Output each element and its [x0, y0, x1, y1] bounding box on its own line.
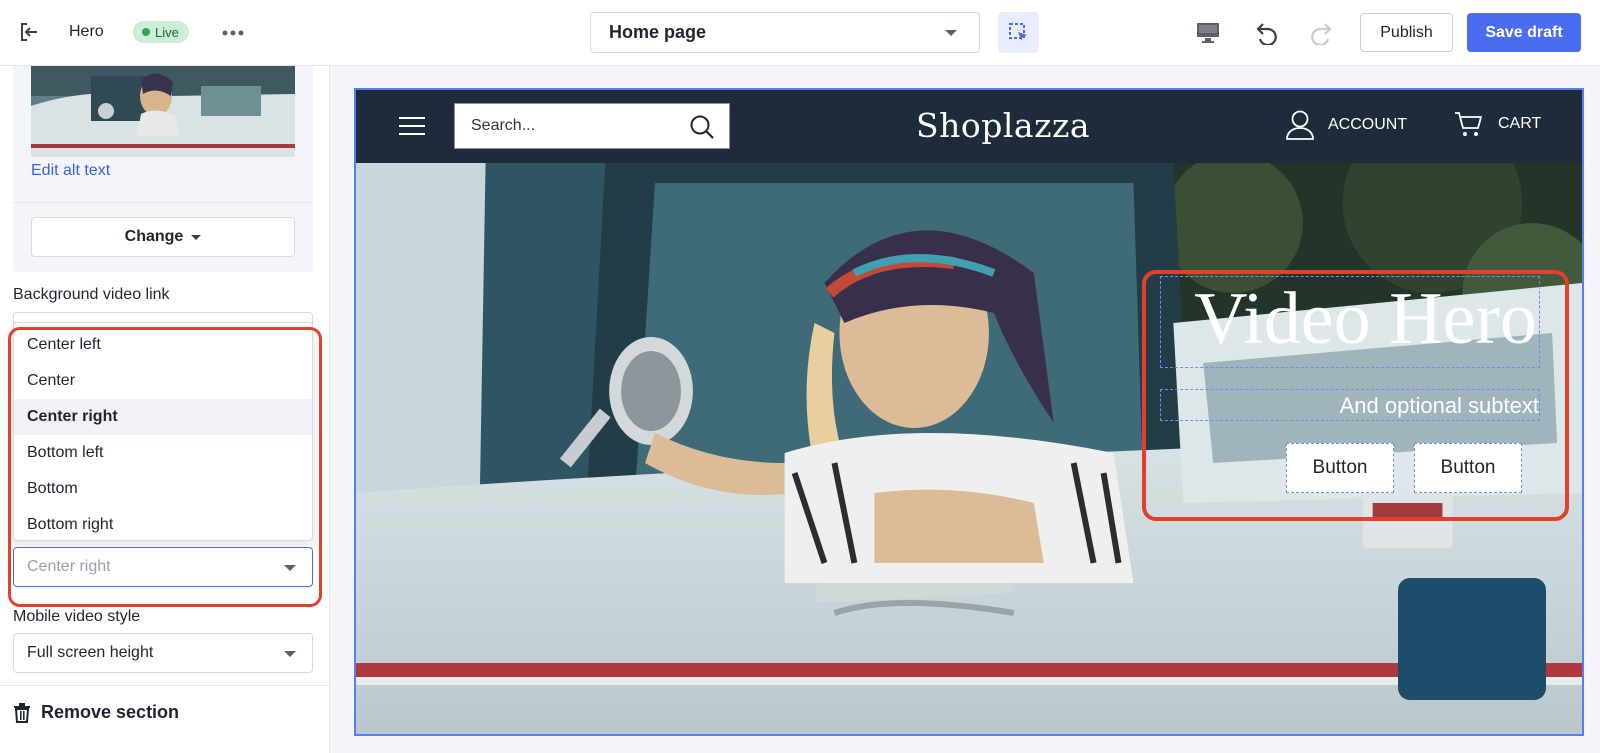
text-position-select[interactable]: Center right — [13, 547, 313, 587]
account-link[interactable]: ACCOUNT — [1286, 110, 1407, 140]
store-search-input[interactable]: Search... — [454, 103, 730, 149]
exit-icon[interactable] — [14, 17, 44, 47]
search-icon[interactable] — [689, 114, 715, 140]
save-draft-button[interactable]: Save draft — [1467, 13, 1581, 52]
menu-icon[interactable] — [398, 114, 426, 138]
option-center[interactable]: Center — [14, 363, 312, 399]
text-position-value: Center right — [27, 558, 111, 575]
section-name: Hero — [69, 23, 104, 40]
video-cover-card: Edit alt text Change — [13, 66, 313, 272]
inspect-icon[interactable] — [998, 12, 1039, 53]
publish-button[interactable]: Publish — [1360, 13, 1453, 52]
edit-alt-text-link[interactable]: Edit alt text — [31, 162, 110, 180]
mobile-style-value: Full screen height — [27, 644, 154, 661]
chevron-down-icon — [284, 565, 296, 571]
text-position-dropdown: Center left Center Center right Bottom l… — [13, 322, 313, 541]
chevron-down-icon — [945, 30, 957, 36]
mobile-style-label: Mobile video style — [13, 608, 141, 625]
hero-button-1[interactable]: Button — [1286, 443, 1394, 493]
account-label: ACCOUNT — [1328, 116, 1408, 133]
mobile-style-select[interactable]: Full screen height — [13, 633, 313, 673]
search-placeholder: Search... — [471, 117, 536, 134]
hero-title-box[interactable]: Video Hero — [1160, 276, 1540, 368]
option-center-left[interactable]: Center left — [14, 327, 312, 363]
change-button[interactable]: Change — [31, 217, 295, 257]
cart-link[interactable]: CART — [1454, 110, 1541, 138]
hero-subtext: And optional subtext — [1339, 393, 1539, 418]
trash-icon — [14, 702, 30, 723]
remove-section-label: Remove section — [41, 702, 180, 722]
option-bottom-right[interactable]: Bottom right — [14, 507, 312, 543]
page-select[interactable]: Home page — [590, 12, 980, 53]
hero-title: Video Hero — [1194, 278, 1537, 360]
store-logo[interactable]: Shoplazza — [916, 106, 1090, 145]
divider — [13, 202, 313, 203]
chevron-down-icon — [284, 651, 296, 657]
live-dot-icon — [142, 28, 150, 36]
change-button-label: Change — [124, 228, 184, 245]
status-badge-label: Live — [155, 24, 179, 40]
cart-icon — [1455, 112, 1482, 136]
hero-subtext-box[interactable]: And optional subtext — [1160, 389, 1540, 421]
bg-video-label: Background video link — [13, 286, 170, 303]
store-header: Search... Shoplazza ACCOUNT CART — [356, 90, 1582, 163]
chat-widget[interactable] — [1398, 578, 1546, 700]
top-bar: Hero Live Home page Publish Save draft — [0, 0, 1600, 66]
desktop-icon[interactable] — [1192, 17, 1224, 49]
redo-icon[interactable] — [1306, 17, 1338, 49]
account-icon — [1286, 110, 1314, 140]
settings-sidebar: Edit alt text Change Background video li… — [0, 66, 330, 753]
undo-icon[interactable] — [1250, 17, 1282, 49]
option-bottom-left[interactable]: Bottom left — [14, 435, 312, 471]
page-select-value: Home page — [609, 22, 707, 42]
option-center-right[interactable]: Center right — [14, 399, 312, 435]
divider — [0, 685, 329, 686]
cart-label: CART — [1498, 115, 1542, 132]
more-icon[interactable] — [218, 18, 248, 48]
caret-down-icon — [191, 234, 202, 240]
remove-section-button[interactable]: Remove section — [13, 702, 179, 723]
status-badge: Live — [133, 21, 189, 43]
option-bottom[interactable]: Bottom — [14, 471, 312, 507]
hero-button-2[interactable]: Button — [1414, 443, 1522, 493]
video-thumbnail — [31, 66, 295, 157]
preview-canvas: Search... Shoplazza ACCOUNT CART Video H… — [354, 88, 1584, 736]
